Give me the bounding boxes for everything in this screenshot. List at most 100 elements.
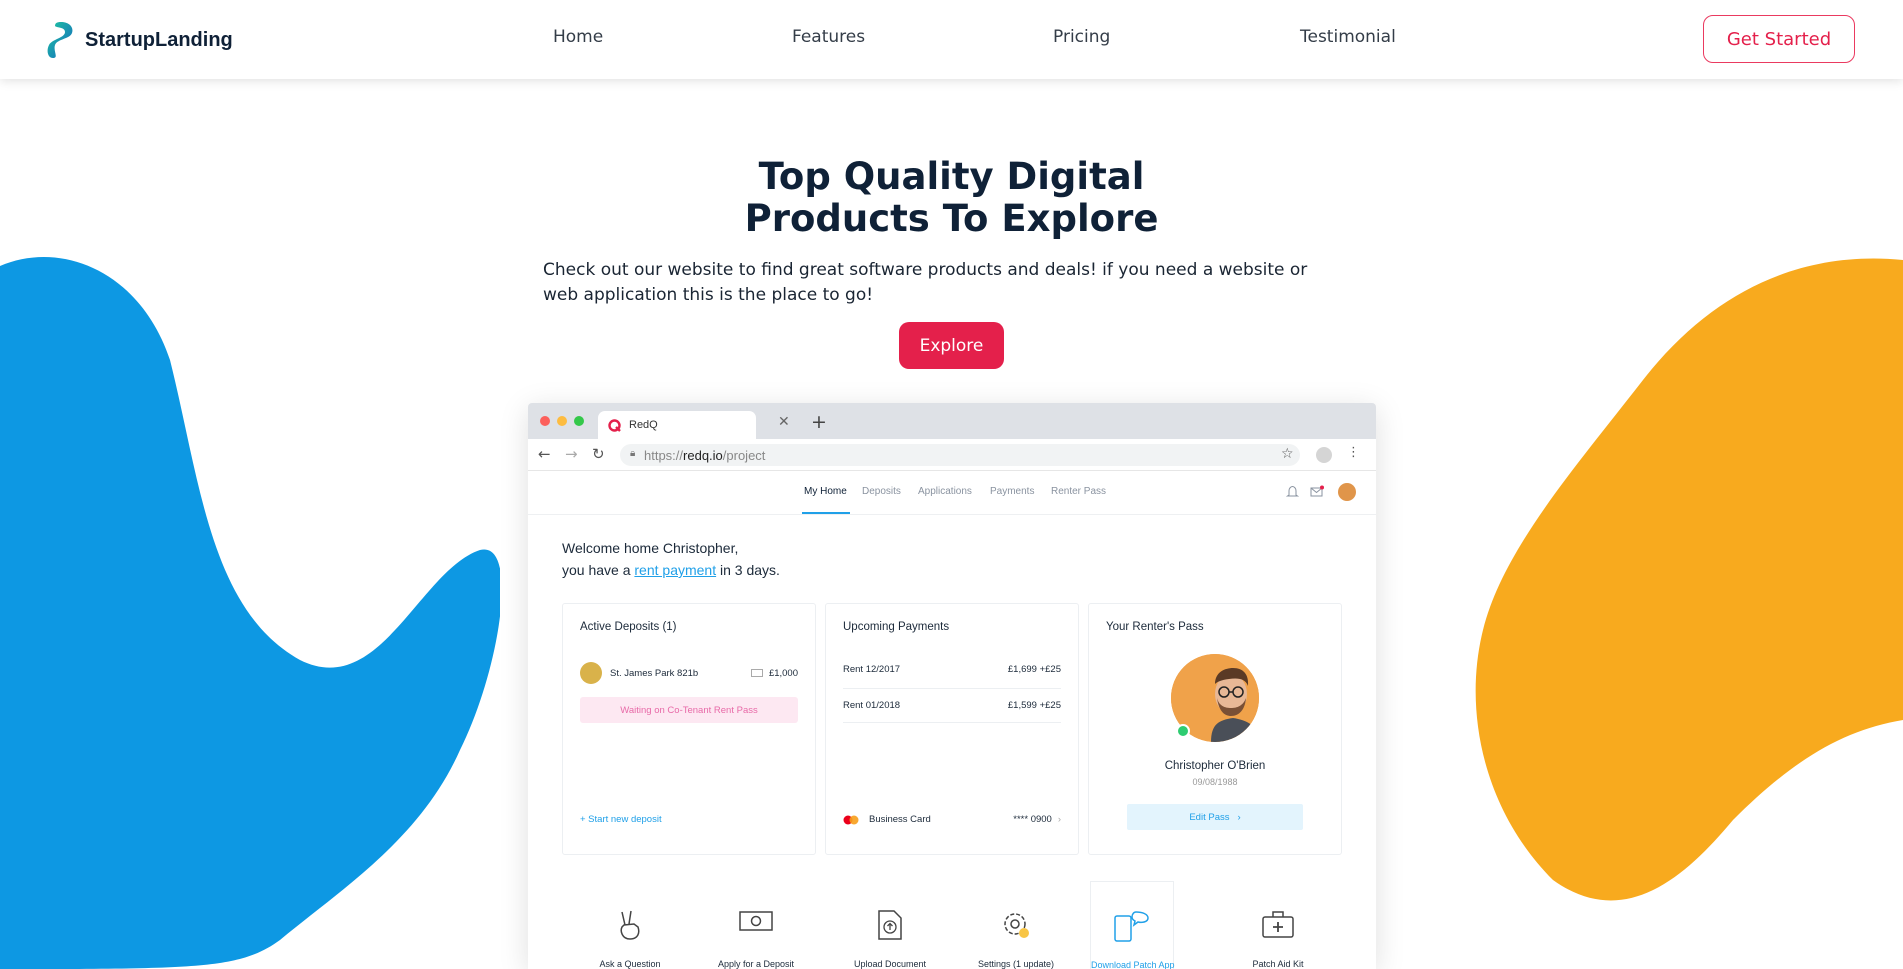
mastercard-icon: [843, 815, 859, 824]
edit-pass-label: Edit Pass: [1189, 811, 1230, 823]
browser-url-bar: ← → ↻ 🔒︎ https://redq.io/project ☆ ⋮: [528, 439, 1376, 471]
action-label: Upload Document: [853, 959, 927, 969]
property-thumbnail: [580, 662, 602, 684]
browser-menu-icon: ⋮: [1347, 445, 1360, 460]
reload-icon: ↻: [592, 445, 605, 463]
new-tab-icon: +: [811, 411, 827, 433]
nav-features[interactable]: Features: [792, 27, 865, 47]
quick-actions-row: Ask a Question Apply for a Deposit Uploa…: [528, 881, 1376, 969]
nav-pricing[interactable]: Pricing: [1053, 27, 1110, 47]
forward-arrow-icon: →: [565, 445, 578, 463]
action-label: Apply for a Deposit: [717, 959, 795, 969]
app-nav-my-home: My Home: [804, 486, 847, 497]
upload-document-icon: [878, 910, 902, 940]
close-window-dot: [540, 416, 550, 426]
card-row: Business Card **** 0900 ›: [843, 814, 1061, 825]
url-host: redq.io: [683, 447, 723, 463]
bookmark-star-icon: ☆: [1281, 446, 1294, 462]
hero-subtitle: Check out our website to find great soft…: [543, 260, 1308, 305]
nav-testimonial[interactable]: Testimonial: [1300, 27, 1396, 47]
back-arrow-icon: ←: [538, 445, 551, 463]
nav-home[interactable]: Home: [553, 27, 603, 47]
verified-check-icon: [1176, 724, 1190, 738]
get-started-button[interactable]: Get Started: [1703, 15, 1855, 63]
renters-pass-card: Your Renter's Pass Christopher O'Brien 0…: [1088, 603, 1342, 855]
deposit-row: St. James Park 821b £1,000: [580, 662, 798, 684]
blue-decorative-blob: [0, 257, 500, 969]
welcome-line-2: you have a rent payment in 3 days.: [562, 559, 780, 581]
payment-label: Rent 12/2017: [843, 664, 901, 675]
welcome-pre: you have a: [562, 562, 631, 578]
payment-row: Rent 12/2017 £1,699 +£25: [843, 664, 1061, 675]
card-title: Your Renter's Pass: [1106, 621, 1204, 633]
brand-logo[interactable]: StartupLanding: [47, 21, 233, 59]
first-aid-kit-icon: [1262, 911, 1294, 938]
minimize-window-dot: [557, 416, 567, 426]
hero-title-line-1: Top Quality Digital: [758, 155, 1145, 198]
payment-value: £1,599 +£25: [1007, 700, 1061, 711]
chevron-right-icon: ›: [1057, 814, 1061, 825]
hero-title-line-2: Products To Explore: [744, 197, 1159, 240]
action-download-app: Download Patch App: [1090, 881, 1175, 969]
tab-title: RedQ: [629, 419, 658, 431]
rent-payment-link: rent payment: [634, 562, 717, 578]
yellow-decorative-blob: [1475, 258, 1903, 901]
app-nav-renter-pass: Renter Pass: [1051, 486, 1107, 497]
welcome-line-1: Welcome home Christopher,: [562, 540, 739, 556]
browser-mockup: RedQ ✕ + ← → ↻ 🔒︎ https://redq.io/projec…: [528, 403, 1376, 969]
card-label: Business Card: [869, 814, 931, 825]
address-field: 🔒︎ https://redq.io/project: [620, 444, 1300, 466]
site-header: StartupLanding Home Features Pricing Tes…: [0, 0, 1903, 79]
card-number: **** 0900: [1013, 814, 1052, 825]
chevron-right-icon: ›: [1237, 811, 1241, 823]
deposit-status-pill: Waiting on Co-Tenant Rent Pass: [580, 697, 798, 723]
card-title: Upcoming Payments: [843, 621, 950, 633]
upcoming-payments-card: Upcoming Payments Rent 12/2017 £1,699 +£…: [825, 603, 1079, 855]
browser-tab: RedQ: [598, 411, 756, 439]
profile-circle-icon: [1316, 447, 1332, 463]
card-title: Active Deposits (1): [580, 621, 677, 633]
app-nav-applications: Applications: [918, 486, 972, 497]
peace-hand-icon: [620, 910, 640, 940]
browser-tab-bar: RedQ ✕ +: [528, 403, 1376, 439]
lock-icon: 🔒︎: [630, 448, 636, 459]
bell-icon: [1286, 485, 1299, 497]
app-nav-payments: Payments: [990, 486, 1035, 497]
tab-close-icon: ✕: [778, 414, 790, 430]
start-new-deposit-link: + Start new deposit: [580, 814, 662, 825]
app-nav-deposits: Deposits: [862, 486, 901, 497]
edit-pass-button: Edit Pass ›: [1127, 804, 1303, 830]
action-label: Download Patch App: [1091, 960, 1175, 969]
action-label: Settings (1 update): [977, 959, 1055, 969]
pass-holder-name: Christopher O'Brien: [1164, 760, 1266, 772]
payment-value: £1,699 +£25: [1007, 664, 1061, 675]
maximize-window-dot: [574, 416, 584, 426]
logo-icon: [47, 22, 73, 58]
action-label: Ask a Question: [599, 959, 661, 969]
redq-favicon-icon: [608, 418, 621, 432]
pass-holder-date: 09/08/1988: [1192, 777, 1238, 787]
cash-icon: [750, 669, 763, 677]
settings-gear-icon: [1004, 913, 1029, 938]
url-scheme: https://: [644, 447, 684, 463]
hero-title: Top Quality Digital Products To Explore: [0, 156, 1903, 240]
explore-button[interactable]: Explore: [899, 322, 1004, 369]
mail-icon: [1310, 485, 1324, 497]
action-label: Patch Aid Kit: [1252, 959, 1304, 969]
payment-label: Rent 01/2018: [843, 700, 901, 711]
user-avatar: [1338, 483, 1356, 501]
divider: [843, 722, 1061, 723]
app-navigation: My Home Deposits Applications Payments R…: [528, 471, 1376, 515]
property-name: St. James Park 821b: [610, 667, 699, 679]
url-path: /project: [722, 447, 766, 463]
banknote-icon: [739, 911, 773, 931]
deposit-amount: £1,000: [768, 667, 798, 679]
active-deposits-card: Active Deposits (1) St. James Park 821b …: [562, 603, 816, 855]
payment-row: Rent 01/2018 £1,599 +£25: [843, 700, 1061, 711]
brand-name: StartupLanding: [85, 28, 233, 51]
welcome-post: in 3 days.: [720, 562, 780, 578]
active-tab-underline: [802, 512, 850, 514]
welcome-message: Welcome home Christopher, you have a ren…: [562, 537, 780, 581]
divider: [843, 688, 1061, 689]
mobile-chat-icon: [1114, 911, 1149, 942]
